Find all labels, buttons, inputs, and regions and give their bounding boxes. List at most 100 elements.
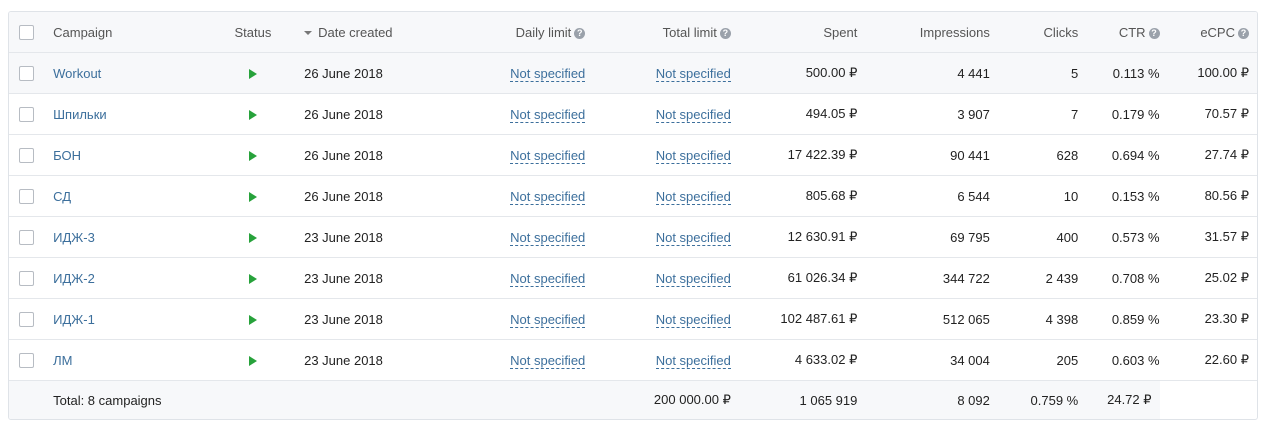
row-checkbox[interactable] — [18, 107, 34, 123]
campaign-name-cell[interactable]: ЛМ — [43, 339, 218, 381]
total-limit-cell[interactable]: Not specified — [585, 93, 731, 135]
total-limit-link[interactable]: Not specified — [655, 270, 731, 287]
total-limit-link[interactable]: Not specified — [655, 106, 731, 123]
table-row[interactable]: СД 26 June 2018 Not specified Not specified… — [9, 175, 1257, 217]
daily-limit-cell[interactable]: Not specified — [444, 257, 586, 299]
row-checkbox-cell[interactable] — [9, 339, 44, 381]
campaign-name-link[interactable]: ИДЖ-2 — [43, 271, 95, 286]
column-header-date-created[interactable]: Date created — [288, 12, 445, 53]
campaign-name-link[interactable]: Шпильки — [43, 107, 107, 122]
help-icon[interactable]: ? — [1238, 27, 1249, 39]
campaign-name-cell[interactable]: СД — [43, 175, 218, 217]
status-cell[interactable] — [217, 175, 289, 217]
help-icon[interactable]: ? — [574, 27, 586, 39]
daily-limit-cell[interactable]: Not specified — [444, 298, 586, 340]
play-icon[interactable] — [248, 356, 257, 367]
row-checkbox-cell[interactable] — [9, 298, 44, 340]
column-header-impressions[interactable]: Impressions — [857, 12, 990, 53]
play-icon[interactable] — [248, 315, 257, 326]
status-cell[interactable] — [217, 339, 289, 381]
row-checkbox[interactable] — [18, 353, 34, 369]
table-row[interactable]: ЛМ 23 June 2018 Not specified Not specified… — [9, 339, 1257, 381]
campaign-name-link[interactable]: БОН — [43, 148, 81, 163]
total-limit-link[interactable]: Not specified — [655, 188, 731, 205]
daily-limit-link[interactable]: Not specified — [510, 311, 586, 328]
total-limit-link[interactable]: Not specified — [655, 147, 731, 164]
help-icon[interactable]: ? — [719, 27, 731, 39]
row-checkbox-cell[interactable] — [9, 134, 44, 176]
play-icon[interactable] — [248, 110, 257, 121]
row-checkbox-cell[interactable] — [9, 257, 44, 299]
total-limit-cell[interactable]: Not specified — [585, 216, 731, 258]
total-limit-cell[interactable]: Not specified — [585, 134, 731, 176]
total-limit-cell[interactable]: Not specified — [585, 52, 731, 94]
campaign-name-link[interactable]: СД — [43, 189, 71, 204]
table-row[interactable]: ИДЖ-1 23 June 2018 Not specified Not specif… — [9, 298, 1257, 340]
column-header-status[interactable]: Status — [217, 12, 289, 53]
campaign-name-link[interactable]: ЛМ — [43, 353, 72, 368]
play-icon[interactable] — [248, 69, 257, 80]
total-limit-cell[interactable]: Not specified — [585, 175, 731, 217]
daily-limit-cell[interactable]: Not specified — [444, 339, 586, 381]
row-checkbox[interactable] — [18, 230, 34, 246]
column-header-daily-limit[interactable]: Daily limit? — [444, 12, 586, 53]
column-header-ctr[interactable]: CTR? — [1078, 12, 1160, 53]
campaign-name-link[interactable]: Workout — [43, 66, 101, 81]
total-limit-cell[interactable]: Not specified — [585, 298, 731, 340]
daily-limit-link[interactable]: Not specified — [510, 229, 586, 246]
column-header-clicks[interactable]: Clicks — [989, 12, 1079, 53]
status-cell[interactable] — [217, 93, 289, 135]
campaign-name-link[interactable]: ИДЖ-3 — [43, 230, 95, 245]
row-checkbox-cell[interactable] — [9, 93, 44, 135]
campaign-name-cell[interactable]: ИДЖ-1 — [43, 298, 218, 340]
column-header-campaign[interactable]: Campaign — [43, 12, 218, 53]
play-icon[interactable] — [248, 192, 257, 203]
play-icon[interactable] — [248, 233, 257, 244]
select-all-checkbox[interactable] — [18, 25, 34, 41]
status-cell[interactable] — [217, 134, 289, 176]
daily-limit-link[interactable]: Not specified — [510, 106, 586, 123]
column-header-total-limit[interactable]: Total limit? — [585, 12, 731, 53]
daily-limit-cell[interactable]: Not specified — [444, 216, 586, 258]
status-cell[interactable] — [217, 52, 289, 94]
daily-limit-cell[interactable]: Not specified — [444, 93, 586, 135]
row-checkbox[interactable] — [18, 271, 34, 287]
row-checkbox-cell[interactable] — [9, 52, 44, 94]
row-checkbox[interactable] — [18, 148, 34, 164]
daily-limit-link[interactable]: Not specified — [510, 65, 586, 82]
row-checkbox[interactable] — [18, 66, 34, 82]
daily-limit-link[interactable]: Not specified — [510, 352, 586, 369]
status-cell[interactable] — [217, 216, 289, 258]
column-header-ecpc[interactable]: eCPC? — [1159, 12, 1257, 53]
row-checkbox[interactable] — [18, 189, 34, 205]
daily-limit-cell[interactable]: Not specified — [444, 175, 586, 217]
select-all-checkbox-cell[interactable] — [9, 12, 44, 53]
status-cell[interactable] — [217, 257, 289, 299]
row-checkbox-cell[interactable] — [9, 175, 44, 217]
total-limit-link[interactable]: Not specified — [655, 229, 731, 246]
daily-limit-link[interactable]: Not specified — [510, 270, 586, 287]
campaign-name-cell[interactable]: Workout — [43, 52, 218, 94]
help-icon[interactable]: ? — [1148, 27, 1160, 39]
row-checkbox[interactable] — [18, 312, 34, 328]
table-row[interactable]: Шпильки 26 June 2018 Not specified Not spec… — [9, 93, 1257, 135]
table-row[interactable]: БОН 26 June 2018 Not specified Not specifie… — [9, 134, 1257, 176]
status-cell[interactable] — [217, 298, 289, 340]
daily-limit-cell[interactable]: Not specified — [444, 134, 586, 176]
play-icon[interactable] — [248, 274, 257, 285]
total-limit-link[interactable]: Not specified — [655, 65, 731, 82]
table-row[interactable]: Workout 26 June 2018 Not specified Not spec… — [9, 52, 1257, 94]
daily-limit-link[interactable]: Not specified — [510, 147, 586, 164]
daily-limit-cell[interactable]: Not specified — [444, 52, 586, 94]
campaign-name-link[interactable]: ИДЖ-1 — [43, 312, 95, 327]
campaign-name-cell[interactable]: ИДЖ-3 — [43, 216, 218, 258]
table-row[interactable]: ИДЖ-2 23 June 2018 Not specified Not specif… — [9, 257, 1257, 299]
column-header-spent[interactable]: Spent — [730, 12, 858, 53]
total-limit-link[interactable]: Not specified — [655, 352, 731, 369]
daily-limit-link[interactable]: Not specified — [510, 188, 586, 205]
total-limit-cell[interactable]: Not specified — [585, 339, 731, 381]
play-icon[interactable] — [248, 151, 257, 162]
campaign-name-cell[interactable]: Шпильки — [43, 93, 218, 135]
row-checkbox-cell[interactable] — [9, 216, 44, 258]
total-limit-link[interactable]: Not specified — [655, 311, 731, 328]
